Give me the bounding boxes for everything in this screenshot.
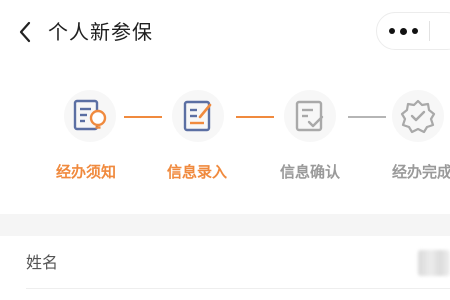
step-1-circle [64,90,116,142]
more-dots-icon-right [411,28,418,34]
step-1-label: 经办须知 [55,163,117,181]
step-2-label: 信息录入 [166,163,228,181]
name-field-row[interactable]: 姓名 [0,236,450,288]
more-dots-icon-center [399,27,407,35]
step-3-label: 信息确认 [279,163,341,181]
step-connector-1 [124,116,162,118]
nav-header: 个人新参保 [0,0,450,64]
capsule-divider [429,21,430,41]
chevron-left-icon [19,21,31,43]
step-4-circle [392,90,444,142]
step-connector-2 [236,116,274,118]
page-title: 个人新参保 [48,20,153,44]
doc-edit-icon [183,100,212,132]
next-field-row [0,289,450,300]
more-dots-icon [388,28,395,34]
back-button[interactable] [12,18,38,46]
badge-check-icon [400,99,436,134]
step-3-circle [284,90,336,142]
name-field-label: 姓名 [26,253,59,272]
progress-steps: 经办须知 信息录入 信息确认 经办完成 [0,64,450,214]
mini-program-capsule [376,12,450,50]
section-separator [0,214,450,236]
more-button[interactable] [377,13,429,49]
name-field-value-blurred [418,250,450,276]
doc-check-icon [295,100,324,132]
step-connector-3 [348,116,386,118]
doc-bulb-icon [73,99,107,131]
step-2-circle [172,90,224,142]
step-4-label: 经办完成 [391,163,450,181]
